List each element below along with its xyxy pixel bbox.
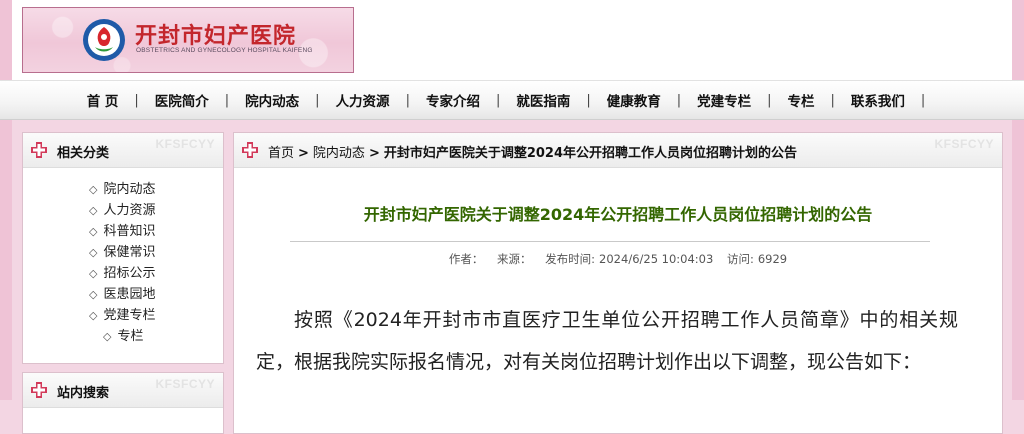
category-item[interactable]: ◇ 专栏 (23, 326, 223, 347)
category-item[interactable]: ◇ 保健常识 (23, 242, 223, 263)
breadcrumb-separator: > (368, 146, 380, 161)
nav-separator: | (224, 92, 230, 108)
article-panel: 首页 > 院内动态 > 开封市妇产医院关于调整2024年公开招聘工作人员岗位招聘计划的公… (233, 132, 1003, 434)
main-nav: 首 页 | 医院简介 | 院内动态 | 人力资源 | 专家介绍 | 就医指南 | 健康教育 | 党建专栏 | 专… (0, 80, 1024, 120)
category-label: 保健常识 (103, 245, 156, 260)
view-count-value: 6929 (757, 252, 788, 266)
cross-icon (31, 142, 47, 158)
diamond-bullet-icon: ◇ (103, 330, 112, 343)
diamond-bullet-icon: ◇ (89, 183, 98, 196)
cross-icon (31, 382, 47, 398)
hospital-emblem-icon (83, 19, 125, 61)
search-panel-header: 站内搜索 KFSFCYY (23, 373, 223, 408)
category-item[interactable]: ◇ 人力资源 (23, 200, 223, 221)
search-panel: 站内搜索 KFSFCYY (22, 372, 224, 434)
source-label: 来源： (497, 252, 532, 266)
nav-separator: | (495, 92, 501, 108)
breadcrumb-separator: > (298, 146, 309, 161)
nav-item-7[interactable]: 党建专栏 (695, 90, 753, 110)
category-panel: 相关分类 KFSFCYY ◇ 院内动态 ◇ 人力资源 ◇ 科普知识 ◇ 保健常识 ◇ 招标公示 ◇ 医… (22, 132, 224, 364)
category-item[interactable]: ◇ 医患园地 (23, 284, 223, 305)
nav-item-2[interactable]: 院内动态 (243, 90, 301, 110)
publish-time: 发布时间: 2024/6/25 10:04:03 (545, 252, 713, 266)
nav-separator: | (676, 92, 682, 108)
nav-separator: | (405, 92, 410, 108)
category-item[interactable]: ◇ 党建专栏 (23, 305, 223, 326)
article-title: 开封市妇产医院关于调整2024年公开招聘工作人员岗位招聘计划的公告 (363, 205, 873, 224)
category-list: ◇ 院内动态 ◇ 人力资源 ◇ 科普知识 ◇ 保健常识 ◇ 招标公示 ◇ 医患园地 ◇ 党建专栏 ◇ 专栏 (23, 168, 223, 347)
nav-separator: | (767, 92, 772, 108)
panel-watermark: KFSFCYY (155, 377, 215, 391)
diamond-bullet-icon: ◇ (89, 225, 98, 238)
nav-separator: | (134, 92, 139, 108)
diamond-bullet-icon: ◇ (89, 246, 98, 259)
nav-separator: | (920, 92, 926, 108)
nav-item-0[interactable]: 首 页 (85, 90, 121, 110)
logo-banner[interactable]: 开封市妇产医院 OBSTETRICS AND GYNECOLOGY HOSPIT… (22, 7, 354, 73)
publish-time-label: 发布时间: (545, 252, 596, 266)
panel-watermark: KFSFCYY (934, 137, 994, 151)
site-header: 开封市妇产医院 OBSTETRICS AND GYNECOLOGY HOSPIT… (12, 0, 1012, 80)
hospital-english-name: OBSTETRICS AND GYNECOLOGY HOSPITAL KAIFE… (136, 47, 313, 54)
nav-item-5[interactable]: 就医指南 (514, 90, 572, 110)
view-count: 访问: 6929 (727, 252, 787, 266)
right-border-stripe (1012, 0, 1024, 400)
breadcrumb-current: 开封市妇产医院关于调整2024年公开招聘工作人员岗位招聘计划的公告 (383, 146, 798, 161)
cross-icon (242, 142, 258, 158)
category-label: 党建专栏 (103, 308, 156, 323)
hospital-name: 开封市妇产医院 (135, 24, 297, 49)
view-count-label: 访问: (726, 252, 754, 266)
nav-separator: | (315, 92, 320, 108)
author-label: 作者： (448, 252, 484, 266)
title-divider (290, 241, 930, 242)
left-border-stripe (0, 0, 12, 400)
diamond-bullet-icon: ◇ (89, 267, 98, 280)
publish-time-value: 2024/6/25 10:04:03 (599, 252, 714, 266)
article-body: 按照《2024年开封市市直医疗卫生单位公开招聘工作人员简章》中的相关规定，根据我… (256, 309, 958, 373)
category-panel-title: 相关分类 (57, 146, 110, 161)
category-item[interactable]: ◇ 院内动态 (23, 179, 223, 200)
category-label: 医患园地 (103, 287, 156, 302)
breadcrumb: 首页 > 院内动态 > 开封市妇产医院关于调整2024年公开招聘工作人员岗位招聘计划的公… (268, 142, 797, 161)
nav-item-8[interactable]: 专栏 (786, 90, 817, 110)
category-label: 招标公示 (103, 266, 156, 281)
search-panel-title: 站内搜索 (57, 386, 110, 401)
nav-separator: | (586, 92, 591, 108)
nav-item-3[interactable]: 人力资源 (334, 90, 392, 110)
breadcrumb-section-link[interactable]: 院内动态 (313, 146, 365, 161)
nav-separator: | (830, 92, 835, 108)
nav-item-1[interactable]: 医院简介 (153, 90, 211, 110)
nav-item-9[interactable]: 联系我们 (849, 90, 907, 110)
category-label: 院内动态 (103, 182, 156, 197)
category-label: 专栏 (117, 329, 144, 344)
category-panel-header: 相关分类 KFSFCYY (23, 133, 223, 168)
nav-item-6[interactable]: 健康教育 (605, 90, 663, 110)
diamond-bullet-icon: ◇ (89, 288, 98, 301)
category-label: 人力资源 (103, 203, 156, 218)
category-item[interactable]: ◇ 科普知识 (23, 221, 223, 242)
nav-item-4[interactable]: 专家介绍 (424, 90, 482, 110)
diamond-bullet-icon: ◇ (89, 309, 98, 322)
article-panel-header: 首页 > 院内动态 > 开封市妇产医院关于调整2024年公开招聘工作人员岗位招聘计划的公… (234, 133, 1002, 168)
breadcrumb-home-link[interactable]: 首页 (268, 146, 294, 161)
article-meta: 作者： 来源： 发布时间: 2024/6/25 10:04:03 访问: 6929 (234, 251, 1002, 267)
panel-watermark: KFSFCYY (155, 137, 215, 151)
diamond-bullet-icon: ◇ (89, 204, 98, 217)
category-label: 科普知识 (103, 224, 156, 239)
category-item[interactable]: ◇ 招标公示 (23, 263, 223, 284)
